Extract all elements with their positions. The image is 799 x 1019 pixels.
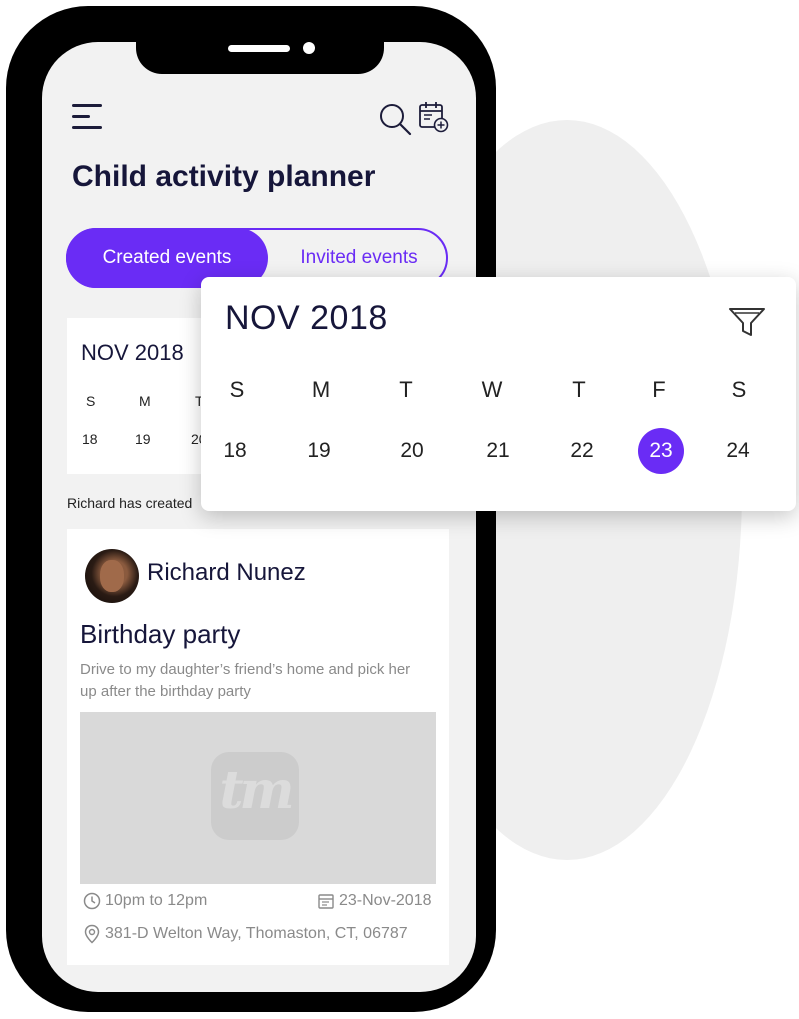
calendar-month[interactable]: NOV 2018 — [225, 299, 388, 338]
event-author: Richard Nunez — [147, 559, 306, 586]
page-title: Child activity planner — [72, 160, 376, 193]
day-of-week-label: M — [311, 377, 331, 402]
day-of-week-label: S — [731, 377, 747, 402]
event-description: Drive to my daughter’s friend’s home and… — [80, 661, 411, 700]
calendar-day[interactable]: 18 — [212, 428, 258, 474]
phone-speaker — [228, 45, 290, 52]
clock-icon — [83, 892, 101, 910]
event-location: 381-D Welton Way, Thomaston, CT, 06787 — [83, 924, 408, 944]
phone-screen: Child activity planner Created events In… — [42, 42, 476, 992]
calendar-day-selected[interactable]: 23 — [638, 428, 684, 474]
mini-date[interactable]: 18 — [82, 431, 98, 447]
day-of-week-label: W — [481, 377, 503, 402]
filter-icon[interactable] — [727, 305, 767, 339]
calendar-day[interactable]: 24 — [715, 428, 761, 474]
calendar-day[interactable]: 19 — [296, 428, 342, 474]
event-time: 10pm to 12pm — [83, 892, 207, 910]
mini-calendar-month: NOV 2018 — [81, 340, 184, 365]
hamburger-menu-icon[interactable] — [72, 104, 104, 130]
location-pin-icon — [84, 924, 100, 944]
mini-day-of-week: M — [139, 393, 151, 409]
day-of-week-label: T — [572, 377, 586, 402]
mini-day-of-week: S — [86, 393, 96, 409]
event-summary-text: Richard has created — [67, 495, 193, 511]
calendar-day[interactable]: 20 — [389, 428, 435, 474]
event-title: Birthday party — [80, 619, 241, 649]
mini-date[interactable]: 19 — [135, 431, 151, 447]
event-date: 23-Nov-2018 — [317, 892, 432, 910]
day-of-week-label: F — [652, 377, 666, 402]
search-icon[interactable] — [378, 102, 412, 136]
calendar-add-icon[interactable] — [418, 100, 450, 134]
placeholder-logo: tm — [211, 752, 299, 840]
calendar-day[interactable]: 21 — [475, 428, 521, 474]
phone-camera — [303, 42, 315, 54]
day-of-week-label: T — [399, 377, 413, 402]
calendar-day[interactable]: 22 — [559, 428, 605, 474]
event-card[interactable]: Richard Nunez Birthday party Drive to my… — [67, 529, 449, 965]
calendar-icon — [318, 894, 334, 909]
avatar — [85, 549, 139, 603]
calendar-popup: NOV 2018 S M T W T F S 18 19 20 21 22 23… — [201, 277, 796, 511]
event-image-placeholder: tm — [80, 712, 436, 884]
day-of-week-label: S — [229, 377, 245, 402]
